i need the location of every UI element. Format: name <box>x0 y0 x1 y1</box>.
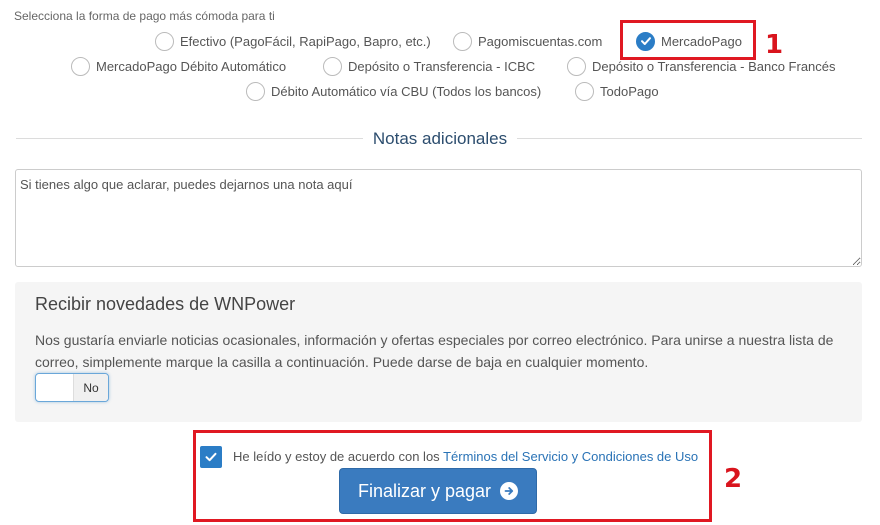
highlight-box-2 <box>193 430 712 522</box>
radio-icon[interactable] <box>323 56 342 76</box>
payment-option-mercadopago-debito[interactable]: MercadoPago Débito Automático <box>71 55 286 77</box>
newsletter-title: Recibir novedades de WNPower <box>35 294 296 314</box>
notes-heading-text: Notas adicionales <box>362 129 518 148</box>
payment-option-label: Efectivo (PagoFácil, RapiPago, Bapro, et… <box>180 33 431 49</box>
annotation-number-1: 1 <box>765 30 784 60</box>
toggle-state-label: No <box>74 374 108 401</box>
radio-icon[interactable] <box>71 56 90 76</box>
payment-option-cbu[interactable]: Débito Automático vía CBU (Todos los ban… <box>246 80 541 102</box>
payment-option-label: MercadoPago Débito Automático <box>96 58 287 74</box>
payment-option-icbc[interactable]: Depósito o Transferencia - ICBC <box>323 55 535 77</box>
payment-option-efectivo[interactable]: Efectivo (PagoFácil, RapiPago, Bapro, et… <box>155 30 431 52</box>
payment-prompt: Selecciona la forma de pago más cómoda p… <box>14 9 275 23</box>
radio-icon[interactable] <box>155 31 174 51</box>
payment-option-todopago[interactable]: TodoPago <box>575 80 659 102</box>
radio-icon[interactable] <box>567 56 586 76</box>
payment-option-label: Depósito o Transferencia - Banco Francés <box>592 58 836 74</box>
notes-heading: Notas adicionales <box>0 129 880 149</box>
payment-option-label: Débito Automático vía CBU (Todos los ban… <box>271 83 542 99</box>
payment-option-label: Depósito o Transferencia - ICBC <box>348 58 536 74</box>
radio-icon[interactable] <box>453 31 472 51</box>
annotation-number-2: 2 <box>724 464 743 494</box>
payment-option-pagomiscuentas[interactable]: Pagomiscuentas.com <box>453 30 602 52</box>
payment-option-label: TodoPago <box>600 83 659 99</box>
toggle-knob[interactable] <box>36 374 74 401</box>
newsletter-toggle[interactable]: No <box>35 373 109 402</box>
radio-icon[interactable] <box>575 81 594 101</box>
newsletter-description: Nos gustaría enviarle noticias ocasional… <box>35 332 834 370</box>
notes-textarea[interactable] <box>15 169 862 267</box>
highlight-box-1 <box>620 20 756 60</box>
radio-icon[interactable] <box>246 81 265 101</box>
newsletter-panel: Recibir novedades de WNPower Nos gustarí… <box>15 282 862 422</box>
payment-option-label: Pagomiscuentas.com <box>478 33 603 49</box>
